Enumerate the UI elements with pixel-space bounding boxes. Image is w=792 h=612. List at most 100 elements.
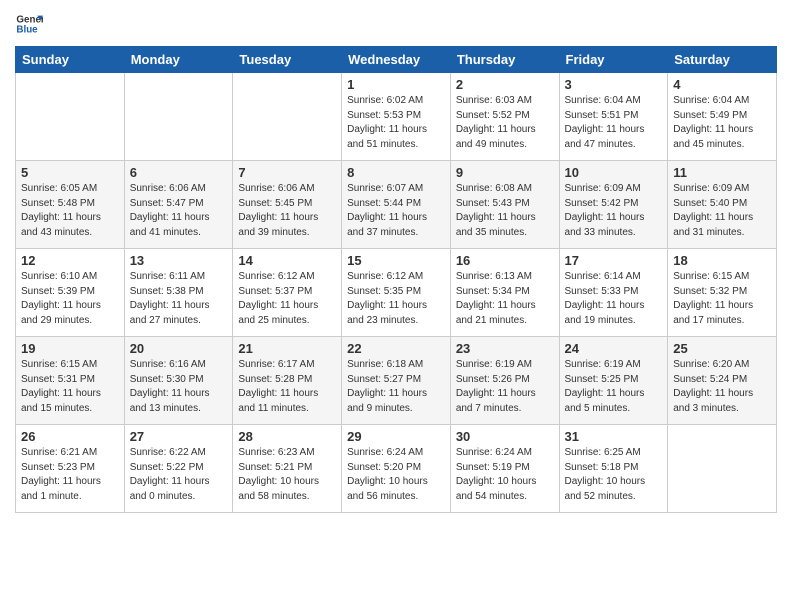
weekday-header-sunday: Sunday — [16, 47, 125, 73]
day-cell-17: 15 Sunrise: 6:12 AM Sunset: 5:35 PM Dayli… — [342, 249, 451, 337]
day-cell-13: 11Sunrise: 6:09 AM Sunset: 5:40 PM Dayli… — [668, 161, 777, 249]
weekday-header-thursday: Thursday — [450, 47, 559, 73]
day-info: Sunrise: 6:23 AM Sunset: 5:21 PM Dayligh… — [238, 446, 336, 504]
day-number: 20 — [130, 341, 228, 356]
day-number: 12 — [21, 253, 119, 268]
day-cell-32: 30Sunrise: 6:24 AM Sunset: 5:19 PM Dayli… — [450, 425, 559, 513]
day-number: 4 — [673, 77, 771, 92]
day-number: 18 — [673, 253, 771, 268]
week-row-2: 5Sunrise: 6:05 AM Sunset: 5:48 PM Daylig… — [16, 161, 777, 249]
day-info: Sunrise: 6:21 AM Sunset: 5:23 PM Dayligh… — [21, 446, 119, 504]
day-info: Sunrise: 6:04 AM Sunset: 5:51 PM Dayligh… — [565, 94, 663, 152]
day-info: Sunrise: 6:13 AM Sunset: 5:34 PM Dayligh… — [456, 270, 554, 328]
day-number: 8 — [347, 165, 445, 180]
day-cell-29: 27 Sunrise: 6:22 AM Sunset: 5:22 PM Dayli… — [124, 425, 233, 513]
day-info: Sunrise: 6:12 AM Sunset: 5:35 PM Dayligh… — [347, 270, 445, 328]
day-info: Sunrise: 6:20 AM Sunset: 5:24 PM Dayligh… — [673, 358, 771, 416]
logo: General Blue — [15, 10, 47, 38]
day-number: 24 — [565, 341, 663, 356]
day-info: Sunrise: 6:12 AM Sunset: 5:37 PM Dayligh… — [238, 270, 336, 328]
day-cell-9: 7 Sunrise: 6:06 AM Sunset: 5:45 PM Daylig… — [233, 161, 342, 249]
day-number: 19 — [21, 341, 119, 356]
day-cell-20: 18 Sunrise: 6:15 AM Sunset: 5:32 PM Dayli… — [668, 249, 777, 337]
day-cell-1 — [124, 73, 233, 161]
day-number: 16 — [456, 253, 554, 268]
day-info: Sunrise: 6:25 AM Sunset: 5:18 PM Dayligh… — [565, 446, 663, 504]
day-number: 31 — [565, 429, 663, 444]
svg-text:Blue: Blue — [16, 24, 38, 35]
day-info: Sunrise: 6:09 AM Sunset: 5:40 PM Dayligh… — [673, 182, 771, 240]
day-cell-34 — [668, 425, 777, 513]
day-cell-21: 19 Sunrise: 6:15 AM Sunset: 5:31 PM Dayli… — [16, 337, 125, 425]
day-number: 13 — [130, 253, 228, 268]
day-info: Sunrise: 6:24 AM Sunset: 5:20 PM Dayligh… — [347, 446, 445, 504]
day-cell-26: 24 Sunrise: 6:19 AM Sunset: 5:25 PM Dayli… — [559, 337, 668, 425]
day-cell-27: 25 Sunrise: 6:20 AM Sunset: 5:24 PM Dayli… — [668, 337, 777, 425]
day-info: Sunrise: 6:16 AM Sunset: 5:30 PM Dayligh… — [130, 358, 228, 416]
day-cell-16: 14 Sunrise: 6:12 AM Sunset: 5:37 PM Dayli… — [233, 249, 342, 337]
day-number: 1 — [347, 77, 445, 92]
day-number: 26 — [21, 429, 119, 444]
day-info: Sunrise: 6:17 AM Sunset: 5:28 PM Dayligh… — [238, 358, 336, 416]
day-cell-31: 29Sunrise: 6:24 AM Sunset: 5:20 PM Dayli… — [342, 425, 451, 513]
day-cell-12: 10 Sunrise: 6:09 AM Sunset: 5:42 PM Dayli… — [559, 161, 668, 249]
day-info: Sunrise: 6:04 AM Sunset: 5:49 PM Dayligh… — [673, 94, 771, 152]
day-info: Sunrise: 6:09 AM Sunset: 5:42 PM Dayligh… — [565, 182, 663, 240]
day-cell-4: 2Sunrise: 6:03 AM Sunset: 5:52 PM Daylig… — [450, 73, 559, 161]
weekday-header-row: SundayMondayTuesdayWednesdayThursdayFrid… — [16, 47, 777, 73]
weekday-header-friday: Friday — [559, 47, 668, 73]
week-row-4: 19 Sunrise: 6:15 AM Sunset: 5:31 PM Dayli… — [16, 337, 777, 425]
day-cell-8: 6 Sunrise: 6:06 AM Sunset: 5:47 PM Daylig… — [124, 161, 233, 249]
day-info: Sunrise: 6:06 AM Sunset: 5:45 PM Dayligh… — [238, 182, 336, 240]
weekday-header-wednesday: Wednesday — [342, 47, 451, 73]
day-cell-0 — [16, 73, 125, 161]
day-cell-10: 8 Sunrise: 6:07 AM Sunset: 5:44 PM Daylig… — [342, 161, 451, 249]
day-info: Sunrise: 6:19 AM Sunset: 5:26 PM Dayligh… — [456, 358, 554, 416]
day-cell-14: 12 Sunrise: 6:10 AM Sunset: 5:39 PM Dayli… — [16, 249, 125, 337]
day-number: 25 — [673, 341, 771, 356]
day-info: Sunrise: 6:15 AM Sunset: 5:31 PM Dayligh… — [21, 358, 119, 416]
day-info: Sunrise: 6:22 AM Sunset: 5:22 PM Dayligh… — [130, 446, 228, 504]
day-cell-24: 22 Sunrise: 6:18 AM Sunset: 5:27 PM Dayli… — [342, 337, 451, 425]
week-row-1: 1 Sunrise: 6:02 AM Sunset: 5:53 PM Daylig… — [16, 73, 777, 161]
day-cell-5: 3 Sunrise: 6:04 AM Sunset: 5:51 PM Daylig… — [559, 73, 668, 161]
day-cell-33: 31 Sunrise: 6:25 AM Sunset: 5:18 PM Dayli… — [559, 425, 668, 513]
day-info: Sunrise: 6:07 AM Sunset: 5:44 PM Dayligh… — [347, 182, 445, 240]
day-number: 7 — [238, 165, 336, 180]
week-row-5: 26 Sunrise: 6:21 AM Sunset: 5:23 PM Dayli… — [16, 425, 777, 513]
day-number: 6 — [130, 165, 228, 180]
day-cell-22: 20 Sunrise: 6:16 AM Sunset: 5:30 PM Dayli… — [124, 337, 233, 425]
day-number: 21 — [238, 341, 336, 356]
day-cell-25: 23 Sunrise: 6:19 AM Sunset: 5:26 PM Dayli… — [450, 337, 559, 425]
day-number: 22 — [347, 341, 445, 356]
day-number: 27 — [130, 429, 228, 444]
day-cell-7: 5Sunrise: 6:05 AM Sunset: 5:48 PM Daylig… — [16, 161, 125, 249]
day-info: Sunrise: 6:24 AM Sunset: 5:19 PM Dayligh… — [456, 446, 554, 504]
header: General Blue — [15, 10, 777, 38]
day-cell-18: 16 Sunrise: 6:13 AM Sunset: 5:34 PM Dayli… — [450, 249, 559, 337]
weekday-header-tuesday: Tuesday — [233, 47, 342, 73]
day-number: 14 — [238, 253, 336, 268]
day-info: Sunrise: 6:10 AM Sunset: 5:39 PM Dayligh… — [21, 270, 119, 328]
day-number: 10 — [565, 165, 663, 180]
day-cell-3: 1 Sunrise: 6:02 AM Sunset: 5:53 PM Daylig… — [342, 73, 451, 161]
day-info: Sunrise: 6:15 AM Sunset: 5:32 PM Dayligh… — [673, 270, 771, 328]
day-number: 23 — [456, 341, 554, 356]
weekday-header-monday: Monday — [124, 47, 233, 73]
day-info: Sunrise: 6:18 AM Sunset: 5:27 PM Dayligh… — [347, 358, 445, 416]
day-info: Sunrise: 6:08 AM Sunset: 5:43 PM Dayligh… — [456, 182, 554, 240]
generalblue-logo-icon: General Blue — [15, 10, 43, 38]
day-number: 15 — [347, 253, 445, 268]
day-info: Sunrise: 6:02 AM Sunset: 5:53 PM Dayligh… — [347, 94, 445, 152]
day-info: Sunrise: 6:06 AM Sunset: 5:47 PM Dayligh… — [130, 182, 228, 240]
day-cell-11: 9 Sunrise: 6:08 AM Sunset: 5:43 PM Daylig… — [450, 161, 559, 249]
day-number: 5 — [21, 165, 119, 180]
day-number: 9 — [456, 165, 554, 180]
day-info: Sunrise: 6:19 AM Sunset: 5:25 PM Dayligh… — [565, 358, 663, 416]
day-number: 17 — [565, 253, 663, 268]
day-cell-15: 13Sunrise: 6:11 AM Sunset: 5:38 PM Dayli… — [124, 249, 233, 337]
week-row-3: 12 Sunrise: 6:10 AM Sunset: 5:39 PM Dayli… — [16, 249, 777, 337]
calendar-table: SundayMondayTuesdayWednesdayThursdayFrid… — [15, 46, 777, 513]
day-cell-23: 21 Sunrise: 6:17 AM Sunset: 5:28 PM Dayli… — [233, 337, 342, 425]
day-number: 3 — [565, 77, 663, 92]
